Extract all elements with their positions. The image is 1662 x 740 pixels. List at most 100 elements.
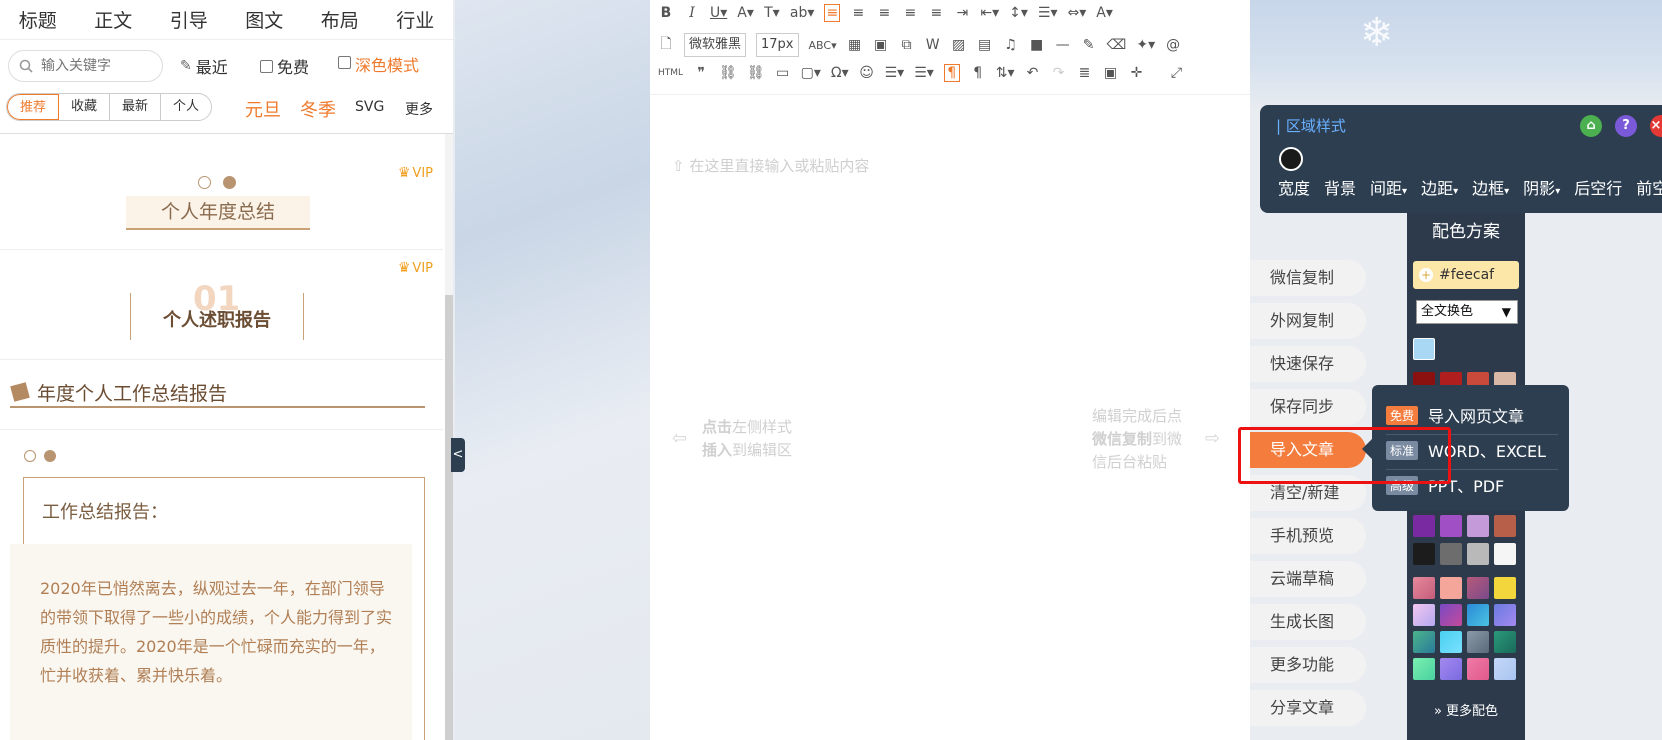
- color-swatch[interactable]: [1440, 604, 1462, 626]
- recolor-select[interactable]: 全文换色 ▼: [1416, 300, 1518, 324]
- align-justify-icon[interactable]: ≡: [902, 5, 918, 21]
- format-painter-icon[interactable]: ✎: [1081, 37, 1097, 53]
- svg-tab[interactable]: SVG: [355, 99, 384, 115]
- color-swatch[interactable]: [1413, 604, 1435, 626]
- color-swatch[interactable]: [1413, 577, 1435, 599]
- tab-image-text[interactable]: 图文: [245, 6, 283, 33]
- more-tab[interactable]: 更多: [405, 99, 433, 119]
- save-sync-button[interactable]: 保存同步: [1250, 389, 1366, 425]
- ltr-icon[interactable]: ¶: [943, 64, 960, 82]
- color-swatch[interactable]: [1494, 658, 1516, 680]
- prop-width[interactable]: 宽度: [1278, 175, 1310, 199]
- color-swatch[interactable]: [1494, 631, 1516, 653]
- outdent-icon[interactable]: ⇤▾: [980, 5, 999, 21]
- long-image-button[interactable]: 生成长图: [1250, 604, 1366, 640]
- season-winter[interactable]: 冬季: [300, 96, 336, 122]
- word-icon[interactable]: W: [925, 37, 941, 53]
- color-swatch[interactable]: [1413, 338, 1435, 360]
- color-swatch[interactable]: [1467, 604, 1489, 626]
- font-family-select[interactable]: 微软雅黑: [684, 33, 747, 57]
- align-center-icon[interactable]: ≡: [850, 5, 866, 21]
- sub-tab-favorites[interactable]: 收藏: [59, 94, 111, 120]
- gallery-icon[interactable]: ▤: [977, 37, 993, 53]
- font-color-icon[interactable]: A▾: [737, 5, 754, 21]
- template-icon[interactable]: ▭: [775, 65, 791, 81]
- share-article-button[interactable]: 分享文章: [1250, 690, 1366, 726]
- color-circle[interactable]: [1279, 147, 1303, 171]
- new-doc-icon[interactable]: 🗋: [658, 33, 674, 57]
- color-swatch[interactable]: [1440, 658, 1462, 680]
- unlink-icon[interactable]: ⛓: [747, 65, 765, 81]
- letter-spacing-icon[interactable]: ⇔▾: [1068, 5, 1087, 21]
- ordered-list-icon[interactable]: ☰▾: [885, 65, 905, 81]
- template-report-card[interactable]: 工作总结报告： 2020年已悄然离去，纵观过去一年，在部门领导的带领下取得了一些…: [10, 477, 425, 740]
- prop-background[interactable]: 背景: [1324, 175, 1356, 199]
- color-swatch[interactable]: [1494, 515, 1516, 537]
- color-swatch[interactable]: [1467, 515, 1489, 537]
- quote-icon[interactable]: ❞: [693, 65, 709, 81]
- spacing-icon[interactable]: ⇅▾: [996, 65, 1015, 81]
- mobile-preview-button[interactable]: 手机预览: [1250, 518, 1366, 554]
- more-functions-button[interactable]: 更多功能: [1250, 647, 1366, 683]
- picture-icon[interactable]: ▨: [951, 37, 967, 53]
- collapse-panel-button[interactable]: <: [451, 438, 465, 472]
- help-icon[interactable]: ?: [1615, 115, 1637, 137]
- special-char-icon[interactable]: Ω▾: [831, 65, 849, 81]
- align-left-icon[interactable]: ≡: [824, 4, 841, 22]
- color-swatch[interactable]: [1440, 577, 1462, 599]
- bold-icon[interactable]: B: [658, 5, 674, 21]
- import-webpage-item[interactable]: 免费 导入网页文章: [1386, 403, 1524, 427]
- justify-distribute-icon[interactable]: ≡: [928, 5, 944, 21]
- editor-placeholder[interactable]: ⇧ 在这里直接输入或粘贴内容: [672, 155, 869, 176]
- fullscreen-icon[interactable]: ⤢: [1169, 65, 1185, 81]
- color-swatch[interactable]: [1440, 631, 1462, 653]
- paragraph-spacing-icon[interactable]: ☰▾: [1038, 5, 1058, 21]
- tab-title[interactable]: 标题: [19, 6, 57, 33]
- emoji-icon[interactable]: ☺: [859, 65, 875, 81]
- magic-wand-icon[interactable]: ✦▾: [1136, 37, 1155, 53]
- color-swatch[interactable]: [1467, 631, 1489, 653]
- preview-icon[interactable]: ▣: [1103, 65, 1119, 81]
- close-icon[interactable]: ×: [1650, 115, 1662, 137]
- scrollbar-thumb[interactable]: [445, 295, 453, 740]
- color-swatch[interactable]: [1440, 543, 1462, 565]
- color-swatch[interactable]: [1467, 543, 1489, 565]
- more-colors-link[interactable]: » 更多配色: [1407, 700, 1525, 719]
- move-icon[interactable]: ✛: [1129, 65, 1145, 81]
- eraser-icon[interactable]: ⌫: [1107, 37, 1127, 53]
- italic-icon[interactable]: I: [684, 5, 700, 21]
- case-icon[interactable]: ABC▾: [809, 39, 837, 52]
- color-swatch[interactable]: [1440, 515, 1462, 537]
- prop-before-blank[interactable]: 前空行: [1636, 175, 1662, 199]
- insert-frame-icon[interactable]: ▢▾: [801, 65, 821, 81]
- unordered-list-icon[interactable]: ☰▾: [914, 65, 934, 81]
- season-new-year[interactable]: 元旦: [245, 96, 281, 122]
- link-icon[interactable]: ⛓: [719, 65, 737, 81]
- color-swatch[interactable]: [1413, 515, 1435, 537]
- search-input[interactable]: [41, 58, 151, 74]
- free-option[interactable]: 免费: [260, 54, 309, 78]
- select-all-icon[interactable]: ≣: [1077, 65, 1093, 81]
- external-copy-button[interactable]: 外网复制: [1250, 303, 1366, 339]
- tab-layout[interactable]: 布局: [321, 6, 359, 33]
- prop-after-blank[interactable]: 后空行: [1574, 175, 1622, 199]
- font-size-select[interactable]: 17px: [756, 33, 799, 57]
- dark-mode-checkbox[interactable]: [338, 55, 351, 69]
- color-swatch[interactable]: [1494, 604, 1516, 626]
- tab-body[interactable]: 正文: [94, 6, 132, 33]
- underline-icon[interactable]: U▾: [710, 5, 727, 21]
- sub-tab-personal[interactable]: 个人: [161, 94, 211, 120]
- lock-icon[interactable]: ⌂: [1580, 115, 1602, 137]
- undo-icon[interactable]: ↶: [1025, 65, 1041, 81]
- clear-format-icon[interactable]: A▾: [1096, 5, 1113, 21]
- highlight-icon[interactable]: ab▾: [790, 5, 815, 21]
- prop-border[interactable]: 边框▾: [1472, 175, 1509, 199]
- link-image-icon[interactable]: ⧉: [899, 37, 915, 53]
- add-color-icon[interactable]: +: [1419, 268, 1433, 282]
- tab-industry[interactable]: 行业: [396, 6, 434, 33]
- horizontal-rule-icon[interactable]: —: [1055, 37, 1071, 53]
- table-icon[interactable]: ▦: [847, 37, 863, 53]
- prop-spacing[interactable]: 间距▾: [1370, 175, 1407, 199]
- color-swatch[interactable]: [1467, 658, 1489, 680]
- redo-icon[interactable]: ↷: [1051, 65, 1067, 81]
